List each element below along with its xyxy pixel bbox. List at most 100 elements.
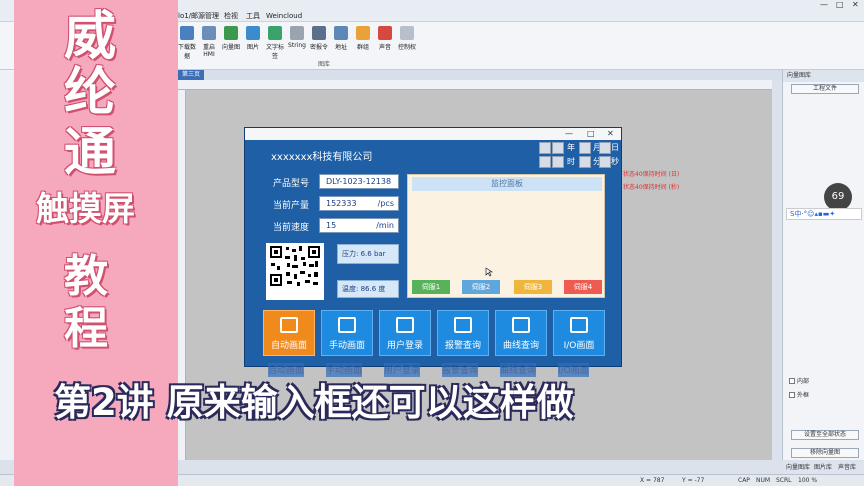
tab-image-library[interactable]: 图片库 [814, 462, 832, 474]
inner-checkbox[interactable]: 内部 [789, 376, 809, 385]
inner-label: 内部 [797, 378, 810, 385]
current-output-input[interactable]: 152333 /pcs [319, 196, 399, 211]
ribbon-button-6[interactable]: 密报令 [308, 26, 330, 51]
hmi-close-icon[interactable]: ✕ [607, 128, 614, 140]
hmi-maximize-icon[interactable]: □ [587, 128, 595, 140]
floating-speed-badge[interactable]: 69 [824, 183, 852, 211]
set-all-states-button[interactable]: 设置至全部状态 [791, 430, 859, 440]
ribbon-button-3[interactable]: 图片 [242, 26, 264, 51]
manual-icon [338, 317, 356, 333]
episode-caption: 第2讲 原来输入框还可以这样做 [54, 381, 574, 424]
minimize-button[interactable]: — [820, 0, 828, 10]
ribbon-button-8[interactable]: 群组 [352, 26, 374, 51]
menu-view[interactable]: 检视 [224, 10, 238, 22]
current-output-value: 152333 [326, 199, 357, 208]
monitor-title: 监控面板 [412, 177, 602, 191]
nav-user-login-button[interactable]: 用户登录 [379, 310, 431, 356]
library-tabs: 向量图库 图片库 声音库 [784, 462, 864, 474]
hmi-screen-window: — □ ✕ xxxxxxx科技有限公司 年 月 日 时 分 秒 产品型号 DLY… [244, 127, 622, 367]
horizontal-ruler [178, 80, 772, 90]
control-icon [400, 26, 414, 40]
home-icon [280, 317, 298, 333]
cursor-y: Y = -77 [682, 477, 705, 484]
current-speed-unit: /min [376, 221, 394, 230]
servo-1-button[interactable]: 伺服1 [412, 280, 450, 294]
menu-project[interactable]: lo1/邮源管理 [178, 10, 219, 22]
servo-4-button[interactable]: 伺服4 [564, 280, 602, 294]
hmi-window-titlebar: — □ ✕ [245, 128, 621, 140]
users-icon [396, 317, 414, 333]
cursor-x: X = 787 [640, 477, 665, 484]
nav-curve-label: 曲线查询 [502, 341, 539, 351]
ribbon-button-2[interactable]: 向量图 [220, 26, 242, 51]
nav-io-screen-button[interactable]: I/O画面 [553, 310, 605, 356]
servo-3-label: 伺服3 [523, 283, 543, 291]
maximize-button[interactable]: □ [836, 0, 844, 10]
year-label: 年 [567, 143, 575, 152]
second-label: 秒 [611, 157, 619, 166]
scroll-indicator: SCRL [776, 477, 792, 484]
ribbon-button-0[interactable]: 下载数据 [176, 26, 198, 60]
nav-auto-label: 自动画面 [270, 341, 307, 351]
ribbon-button-9[interactable]: 声音 [374, 26, 396, 51]
month-display [579, 142, 591, 154]
tab-sound-library[interactable]: 声音库 [838, 462, 856, 474]
tab-page-3[interactable]: 第三页 [178, 70, 205, 80]
ribbon-button-label: 下载数据 [177, 44, 196, 60]
nav-manual-screen-button[interactable]: 手动画面 [321, 310, 373, 356]
pressure-display: 压力: 6.6 bar [337, 244, 399, 264]
ribbon-button-label: 图片 [246, 44, 259, 51]
app-root: — □ ✕ lo1/邮源管理 检视 工具 Weincloud 下载数据 重启HMI… [0, 0, 864, 486]
address-icon [334, 26, 348, 40]
ribbon-button-5[interactable]: String [286, 26, 308, 49]
ribbon-button-1[interactable]: 重启HMI [198, 26, 220, 58]
checkbox-box-icon [789, 392, 795, 398]
close-button[interactable]: ✕ [852, 0, 859, 10]
page-thumbnail-strip [0, 70, 14, 460]
ribbon-button-7[interactable]: 地址 [330, 26, 352, 51]
menu-weincloud[interactable]: Weincloud [266, 10, 302, 22]
ribbon-button-4[interactable]: 文字标签 [264, 26, 286, 60]
day-label: 日 [611, 143, 619, 152]
caps-indicator: CAP [738, 477, 750, 484]
checkbox-box-icon [789, 378, 795, 384]
monitor-panel: 监控面板 伺服1 伺服2 伺服3 伺服4 [407, 174, 605, 298]
zoom-level[interactable]: 100 % [798, 475, 817, 486]
nav-alarm-query-button[interactable]: 报警查询 [437, 310, 489, 356]
hmi-minimize-icon[interactable]: — [565, 128, 573, 140]
chart-icon [512, 317, 530, 333]
text-tag-icon [268, 26, 282, 40]
nav-io-label: I/O画面 [563, 341, 595, 351]
ribbon-button-label: 文字标签 [265, 44, 284, 60]
current-output-unit: /pcs [377, 199, 394, 208]
property-note-1: 状态40保持时间 (日) [623, 171, 680, 178]
ribbon-button-label: 重启HMI [202, 44, 215, 58]
ribbon-button-10[interactable]: 控制权 [396, 26, 418, 51]
product-model-input[interactable]: DLY-1023-12138 [319, 174, 399, 189]
nav-curve-query-button[interactable]: 曲线查询 [495, 310, 547, 356]
second-display [599, 156, 611, 168]
company-name: xxxxxxx科技有限公司 [271, 152, 373, 163]
tab-vector-library[interactable]: 向量图库 [786, 462, 810, 474]
alarm-icon [454, 317, 472, 333]
nav-login-label: 用户登录 [386, 341, 423, 351]
year-display [539, 142, 551, 154]
ime-toolbar[interactable]: S中·°☺▴▪▬✦ [786, 208, 862, 220]
nav-auto-screen-button[interactable]: 自动画面 [263, 310, 315, 356]
hour-label: 时 [567, 157, 575, 166]
io-icon [570, 317, 588, 333]
sound-icon [378, 26, 392, 40]
servo-3-button[interactable]: 伺服3 [514, 280, 552, 294]
remove-vector-button[interactable]: 移除向量图 [791, 448, 859, 458]
temperature-display: 温度: 86.6 度 [337, 280, 399, 298]
current-speed-input[interactable]: 15 /min [319, 218, 399, 233]
property-note-2: 状态40保持时间 (秒) [623, 184, 680, 191]
minute-display [579, 156, 591, 168]
project-file-button[interactable]: 工程文件 [791, 84, 859, 94]
frame-checkbox[interactable]: 外框 [789, 390, 809, 399]
ribbon-button-label: 向量图 [221, 44, 240, 51]
servo-2-button[interactable]: 伺服2 [462, 280, 500, 294]
menu-tools[interactable]: 工具 [246, 10, 260, 22]
vector-library-panel: 向量图库 工程文件 内部 外框 设置至全部状态 移除向量图 [782, 70, 864, 460]
day-display [599, 142, 611, 154]
